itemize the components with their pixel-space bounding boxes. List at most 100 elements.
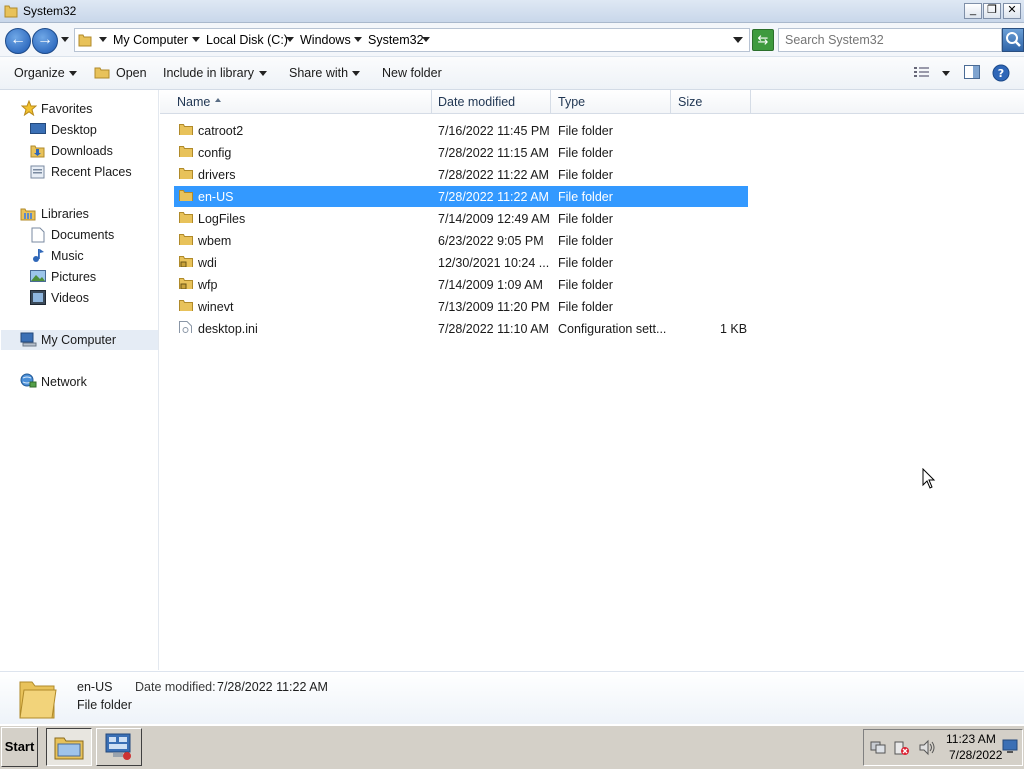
- file-row[interactable]: drivers 7/28/2022 11:22 AM File folder: [174, 164, 748, 185]
- help-icon[interactable]: ?: [992, 64, 1010, 82]
- chevron-down-icon[interactable]: [354, 37, 362, 42]
- nav-libraries[interactable]: Libraries: [41, 207, 89, 221]
- column-divider[interactable]: [670, 90, 671, 113]
- view-options-icon[interactable]: [914, 66, 930, 79]
- details-date-value: 7/28/2022 11:22 AM: [217, 680, 328, 694]
- file-row[interactable]: desktop.ini 7/28/2022 11:10 AM Configura…: [174, 318, 748, 339]
- file-date: 7/28/2022 11:22 AM: [438, 168, 549, 182]
- file-row[interactable]: wbem 6/23/2022 9:05 PM File folder: [174, 230, 748, 251]
- folder-icon: [78, 34, 92, 47]
- show-desktop-icon[interactable]: [1002, 739, 1018, 754]
- nav-documents[interactable]: Documents: [51, 228, 114, 242]
- file-name: wfp: [198, 278, 218, 292]
- search-box: [778, 28, 1002, 52]
- new-folder-button[interactable]: New folder: [382, 66, 442, 80]
- breadcrumb-my-computer[interactable]: My Computer: [113, 33, 188, 47]
- nav-my-computer[interactable]: My Computer: [41, 333, 116, 347]
- file-name: wdi: [198, 256, 217, 270]
- breadcrumb-system32[interactable]: System32: [368, 33, 424, 47]
- column-header-type[interactable]: Type: [558, 95, 585, 109]
- chevron-down-icon[interactable]: [69, 71, 77, 76]
- taskbar-computer-button[interactable]: [96, 728, 142, 766]
- details-pane: en-US Date modified: 7/28/2022 11:22 AM …: [0, 671, 1024, 724]
- preview-pane-icon[interactable]: [964, 65, 981, 80]
- chevron-down-icon[interactable]: [352, 71, 360, 76]
- column-header-bar: Name Date modified Type Size: [160, 90, 1024, 114]
- restore-button[interactable]: ❐: [983, 3, 1001, 19]
- nav-downloads[interactable]: Downloads: [51, 144, 113, 158]
- breadcrumb-windows[interactable]: Windows: [300, 33, 351, 47]
- file-row[interactable]: wdi 12/30/2021 10:24 ... File folder: [174, 252, 748, 273]
- details-date-label: Date modified:: [135, 680, 216, 694]
- refresh-icon: ⇆: [757, 32, 769, 47]
- file-row[interactable]: LogFiles 7/14/2009 12:49 AM File folder: [174, 208, 748, 229]
- folder-icon: [179, 168, 193, 179]
- forward-arrow-icon: →: [37, 31, 53, 48]
- organize-button[interactable]: Organize: [14, 66, 65, 80]
- column-header-size[interactable]: Size: [678, 95, 702, 109]
- back-button[interactable]: ←: [5, 28, 31, 54]
- file-name: desktop.ini: [198, 322, 258, 336]
- chevron-down-icon[interactable]: [422, 37, 430, 42]
- nav-desktop[interactable]: Desktop: [51, 123, 97, 137]
- search-icon: [1006, 32, 1021, 47]
- column-divider[interactable]: [750, 90, 751, 113]
- downloads-folder-icon: [30, 145, 45, 158]
- nav-network[interactable]: Network: [41, 375, 87, 389]
- security-alert-icon[interactable]: [894, 739, 910, 756]
- column-header-date[interactable]: Date modified: [438, 95, 515, 109]
- file-type: File folder: [558, 168, 613, 182]
- volume-icon[interactable]: [918, 739, 936, 756]
- column-divider[interactable]: [431, 90, 432, 113]
- file-type: File folder: [558, 256, 613, 270]
- file-type: File folder: [558, 300, 613, 314]
- libraries-icon: [20, 208, 36, 221]
- file-row[interactable]: wfp 7/14/2009 1:09 AM File folder: [174, 274, 748, 295]
- clock-date[interactable]: 7/28/2022: [949, 748, 1002, 762]
- folder-icon: [4, 5, 18, 18]
- chevron-down-icon[interactable]: [99, 37, 107, 42]
- network-tray-icon[interactable]: [870, 740, 886, 755]
- share-with-button[interactable]: Share with: [289, 66, 348, 80]
- chevron-down-icon[interactable]: [192, 37, 200, 42]
- file-row[interactable]: config 7/28/2022 11:15 AM File folder: [174, 142, 748, 163]
- svg-text:?: ?: [998, 67, 1004, 80]
- start-button[interactable]: Start: [1, 727, 38, 767]
- search-button[interactable]: [1002, 28, 1024, 52]
- nav-music[interactable]: Music: [51, 249, 84, 263]
- computer-icon: [20, 332, 37, 347]
- minimize-button[interactable]: _: [964, 3, 982, 19]
- open-button[interactable]: Open: [116, 66, 147, 80]
- file-name: catroot2: [198, 124, 244, 138]
- refresh-button[interactable]: ⇆: [752, 29, 774, 51]
- file-row[interactable]: catroot2 7/16/2022 11:45 PM File folder: [174, 120, 748, 141]
- chevron-down-icon[interactable]: [942, 71, 950, 76]
- column-header-name[interactable]: Name: [177, 95, 210, 109]
- file-name: LogFiles: [198, 212, 246, 226]
- chevron-down-icon[interactable]: [259, 71, 267, 76]
- folder-icon: [179, 300, 193, 311]
- file-name: winevt: [198, 300, 234, 314]
- include-in-library-button[interactable]: Include in library: [163, 66, 254, 80]
- search-input[interactable]: [785, 31, 985, 49]
- address-bar[interactable]: My Computer Local Disk (C:) Windows Syst…: [74, 28, 750, 52]
- nav-recent-places[interactable]: Recent Places: [51, 165, 132, 179]
- folder-icon: [179, 212, 193, 223]
- file-row[interactable]: winevt 7/13/2009 11:20 PM File folder: [174, 296, 748, 317]
- file-row-selected[interactable]: en-US 7/28/2022 11:22 AM File folder: [174, 186, 748, 207]
- column-divider[interactable]: [550, 90, 551, 113]
- clock-time[interactable]: 11:23 AM: [946, 732, 996, 746]
- close-button[interactable]: ✕: [1003, 3, 1021, 19]
- sort-ascending-icon: [215, 98, 221, 102]
- nav-videos[interactable]: Videos: [51, 291, 89, 305]
- chevron-down-icon[interactable]: [286, 37, 294, 42]
- file-name: wbem: [198, 234, 232, 248]
- explorer-folder-icon: [54, 737, 84, 760]
- forward-button[interactable]: →: [32, 28, 58, 54]
- breadcrumb-local-disk[interactable]: Local Disk (C:): [206, 33, 288, 47]
- recent-pages-dropdown[interactable]: [61, 37, 69, 42]
- nav-favorites[interactable]: Favorites: [41, 102, 92, 116]
- address-history-dropdown[interactable]: [733, 37, 743, 43]
- nav-pictures[interactable]: Pictures: [51, 270, 96, 284]
- taskbar-explorer-button[interactable]: [46, 728, 92, 766]
